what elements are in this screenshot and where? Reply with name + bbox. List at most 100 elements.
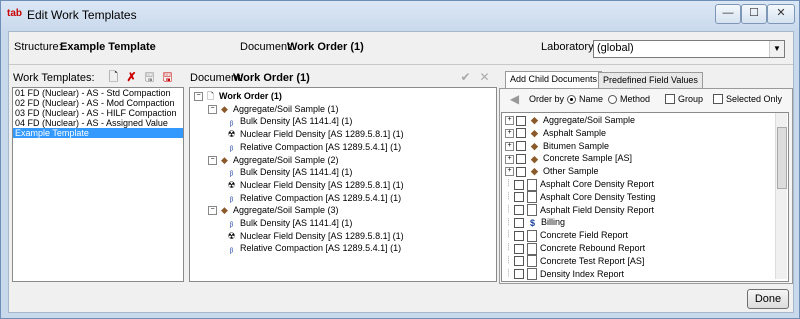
done-button[interactable]: Done — [747, 289, 789, 309]
list-item-label: Asphalt Sample — [543, 127, 607, 138]
save-template-icon[interactable]: 🖫 — [142, 70, 157, 85]
tree-node-label: Bulk Density [AS 1141.4] (1) — [240, 167, 353, 178]
list-item-label: Billing — [541, 217, 566, 228]
tree-node[interactable]: − ◆ Aggregate/Soil Sample (2) — [208, 154, 339, 166]
tree-line: ┊ — [506, 205, 511, 213]
soil-sample-icon: ◆ — [221, 205, 228, 216]
expand-icon[interactable]: + — [505, 141, 514, 151]
list-item[interactable]: + ◆ Asphalt Sample — [505, 127, 606, 140]
list-item-label: Other Sample — [543, 166, 599, 177]
tree-line: ┊ — [506, 244, 511, 252]
list-item[interactable]: 02 FD (Nuclear) - AS - Mod Compaction — [13, 98, 183, 108]
check-icon[interactable]: ✔ — [458, 70, 473, 85]
item-checkbox[interactable] — [514, 192, 524, 203]
maximize-button[interactable]: ☐ — [741, 4, 767, 24]
item-checkbox[interactable] — [514, 218, 524, 229]
list-item[interactable]: ┊ $ Billing — [505, 216, 565, 229]
scroll-thumb[interactable] — [777, 127, 787, 189]
tree-node[interactable]: ᵦ Bulk Density [AS 1141.4] (1) — [226, 166, 353, 178]
title-bar[interactable]: tab Edit Work Templates — ☐ ✕ — [1, 1, 799, 29]
item-checkbox[interactable] — [514, 179, 524, 190]
collapse-icon[interactable]: − — [208, 104, 217, 114]
tree-node[interactable]: ᵦ Bulk Density [AS 1141.4] (1) — [226, 217, 353, 229]
list-item[interactable]: 01 FD (Nuclear) - AS - Std Compaction — [13, 88, 183, 98]
tree-node[interactable]: ᵦ Bulk Density [AS 1141.4] (1) — [226, 115, 353, 127]
list-item[interactable]: + ◆ Concrete Sample [AS] — [505, 152, 632, 165]
list-item-selected[interactable]: Example Template — [13, 128, 183, 138]
list-item[interactable]: 04 FD (Nuclear) - AS - Assigned Value — [13, 118, 183, 128]
tree-line: ┊ — [506, 269, 511, 277]
structure-label: Structure: — [14, 41, 62, 53]
selected-only-checkbox[interactable] — [713, 93, 723, 105]
add-left-icon[interactable]: ◀ — [507, 92, 522, 107]
new-template-icon[interactable]: 🗋 — [106, 70, 121, 85]
list-item[interactable]: + ◆ Bitumen Sample — [505, 140, 609, 153]
item-checkbox[interactable] — [514, 205, 524, 216]
child-documents-list[interactable]: + ◆ Aggregate/Soil Sample + ◆ Asphalt Sample +… — [501, 112, 789, 282]
tree-node[interactable]: ☢ Nuclear Field Density [AS 1289.5.8.1] (… — [226, 128, 403, 140]
list-item[interactable]: ┊ Concrete Rebound Report — [505, 242, 645, 255]
collapse-icon[interactable]: − — [208, 155, 217, 165]
laboratory-value: (global) — [597, 42, 634, 54]
order-name-radio[interactable] — [567, 93, 576, 105]
list-item[interactable]: 03 FD (Nuclear) - AS - HILF Compaction — [13, 108, 183, 118]
item-checkbox[interactable] — [516, 166, 526, 177]
cancel-icon[interactable]: ✕ — [477, 70, 492, 85]
soil-sample-icon: ◆ — [221, 103, 228, 114]
tree-node[interactable]: − 🗋 Work Order (1) — [194, 90, 282, 102]
item-checkbox[interactable] — [516, 141, 526, 152]
tree-node[interactable]: ᵦ Relative Compaction [AS 1289.5.4.1] (1) — [226, 242, 401, 254]
expand-icon[interactable]: + — [505, 116, 514, 126]
list-item[interactable]: ┊ Asphalt Core Density Report — [505, 178, 654, 191]
list-item-label: Asphalt Field Density Report — [540, 204, 655, 215]
collapse-icon[interactable]: − — [208, 206, 217, 216]
tree-node[interactable]: ᵦ Relative Compaction [AS 1289.5.4.1] (1) — [226, 141, 401, 153]
list-item[interactable]: + ◆ Aggregate/Soil Sample — [505, 114, 635, 127]
item-checkbox[interactable] — [514, 243, 524, 254]
tree-node[interactable]: ☢ Nuclear Field Density [AS 1289.5.8.1] (… — [226, 230, 403, 242]
list-item[interactable]: + ◆ Other Sample — [505, 165, 599, 178]
item-checkbox[interactable] — [514, 256, 524, 267]
tree-node-label: Relative Compaction [AS 1289.5.4.1] (1) — [240, 141, 402, 152]
tree-line: ┊ — [506, 180, 511, 188]
group-checkbox[interactable] — [665, 93, 675, 105]
tree-node[interactable]: − ◆ Aggregate/Soil Sample (3) — [208, 204, 339, 216]
tree-node[interactable]: − ◆ Aggregate/Soil Sample (1) — [208, 103, 339, 115]
item-checkbox[interactable] — [516, 128, 526, 139]
vertical-scrollbar[interactable] — [775, 113, 787, 279]
list-item[interactable]: ┊ Density Index Report — [505, 268, 624, 281]
collapse-icon[interactable]: − — [194, 92, 203, 102]
item-checkbox[interactable] — [516, 115, 526, 126]
window: tab Edit Work Templates — ☐ ✕ Structure:… — [0, 0, 800, 319]
list-item[interactable]: ┊ Asphalt Field Density Report — [505, 204, 654, 217]
tree-line: ┊ — [506, 192, 511, 200]
item-checkbox[interactable] — [514, 269, 524, 280]
minimize-button[interactable]: — — [715, 4, 741, 24]
order-method-radio[interactable] — [608, 93, 617, 105]
soil-sample-icon: ◆ — [221, 154, 228, 165]
tab-predefined-field-values[interactable]: Predefined Field Values — [598, 72, 703, 88]
item-checkbox[interactable] — [514, 230, 524, 241]
item-checkbox[interactable] — [516, 154, 526, 165]
report-icon — [527, 229, 537, 242]
document-value: Work Order (1) — [287, 41, 364, 53]
list-item[interactable]: ┊ Asphalt Core Density Testing — [505, 191, 655, 204]
structure-bar: Structure: Example Template Document: Wo… — [9, 32, 793, 65]
close-button[interactable]: ✕ — [767, 4, 795, 24]
expand-icon[interactable]: + — [505, 128, 514, 138]
expand-icon[interactable]: + — [505, 167, 514, 177]
chevron-down-icon[interactable]: ▼ — [769, 41, 784, 57]
nuclear-icon: ☢ — [227, 180, 236, 191]
delete-template-icon[interactable]: ✗ — [124, 70, 139, 85]
save-as-template-icon[interactable]: 🖫 — [160, 70, 175, 85]
list-item[interactable]: ┊ Concrete Field Report — [505, 229, 628, 242]
expand-icon[interactable]: + — [505, 154, 514, 164]
list-item[interactable]: ┊ Concrete Test Report [AS] — [505, 255, 644, 268]
tree-node-label: Relative Compaction [AS 1289.5.4.1] (1) — [240, 192, 402, 203]
work-templates-list[interactable]: 01 FD (Nuclear) - AS - Std Compaction 02… — [12, 87, 184, 282]
tree-node[interactable]: ☢ Nuclear Field Density [AS 1289.5.8.1] (… — [226, 179, 403, 191]
tab-add-child-documents[interactable]: Add Child Documents — [505, 71, 603, 89]
tree-node[interactable]: ᵦ Relative Compaction [AS 1289.5.4.1] (1) — [226, 192, 401, 204]
laboratory-select[interactable]: (global) ▼ — [593, 40, 785, 58]
document-tree[interactable]: − 🗋 Work Order (1) − ◆ Aggregate/Soil Sample … — [189, 87, 497, 282]
